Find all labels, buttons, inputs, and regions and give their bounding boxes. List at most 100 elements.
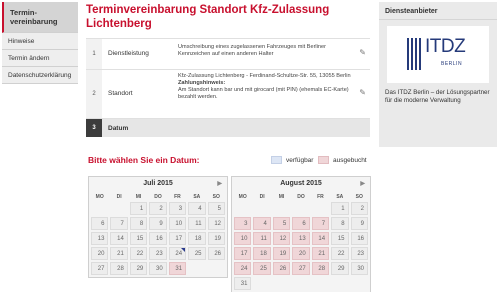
calendar-week-row: 17 18 19 20 21 22 23 xyxy=(234,247,368,260)
calendar-day[interactable]: 1 xyxy=(129,202,148,215)
calendar-day[interactable]: 16 xyxy=(149,232,167,245)
calendar-day[interactable]: 1 xyxy=(331,202,349,215)
location-address: Kfz-Zulassung Lichtenberg - Ferdinand-Sc… xyxy=(178,73,351,79)
sidebar-item-hinweise[interactable]: Hinweise xyxy=(2,33,78,50)
calendar-day[interactable]: 15 xyxy=(129,232,148,245)
step-datum: 3 Datum xyxy=(86,118,370,137)
calendar-day-booked: 14 xyxy=(311,232,330,245)
calendar-empty-cell xyxy=(234,202,251,215)
legend-swatch-available xyxy=(271,156,282,164)
calendar-day[interactable]: 25 xyxy=(188,247,206,260)
calendar-day[interactable]: 2 xyxy=(149,202,167,215)
calendar-week-row: 20 21 22 23 24 25 26 xyxy=(91,247,225,260)
calendar-day[interactable]: 8 xyxy=(129,217,148,230)
calendar-day[interactable]: 19 xyxy=(207,232,225,245)
calendar-day[interactable]: 28 xyxy=(110,262,128,275)
calendar-day-booked: 17 xyxy=(234,247,252,260)
legend-swatch-booked xyxy=(318,156,329,164)
calendar-day[interactable]: 12 xyxy=(207,217,225,230)
calendar-week-row: 12 xyxy=(234,202,368,215)
sidebar-item-termin-aendern[interactable]: Termin ändern xyxy=(2,50,78,67)
calendar-day[interactable]: 26 xyxy=(207,247,225,260)
calendar-day[interactable]: 8 xyxy=(331,217,349,230)
main-content: Terminvereinbarung Standort Kfz-Zulassun… xyxy=(86,0,370,31)
calendar-day[interactable]: 21 xyxy=(110,247,128,260)
calendar-empty-cell xyxy=(110,202,127,215)
calendar-day[interactable]: 24 xyxy=(168,247,187,260)
calendar-empty-cell xyxy=(292,202,309,215)
calendar-week-row: 24 25 26 27 28 29 30 xyxy=(234,262,368,275)
weekday-header: FR xyxy=(174,193,181,200)
calendar-day[interactable]: 4 xyxy=(188,202,206,215)
weekday-header: SO xyxy=(212,193,220,200)
step-label: Datum xyxy=(108,125,129,132)
weekday-header: SA xyxy=(193,193,201,200)
calendar-day[interactable]: 15 xyxy=(331,232,349,245)
calendar-day[interactable]: 31 xyxy=(234,277,252,290)
weekday-header: DO xyxy=(154,193,162,200)
page-title: Terminvereinbarung Standort Kfz-Zulassun… xyxy=(86,4,330,30)
calendar-week-row: 27 28 29 30 31 xyxy=(91,262,225,275)
calendar-day[interactable]: 22 xyxy=(331,247,349,260)
step-number: 1 xyxy=(86,39,102,69)
calendar-day[interactable]: 6 xyxy=(91,217,109,230)
pencil-icon[interactable]: ✎ xyxy=(359,48,366,57)
calendar-day[interactable]: 18 xyxy=(188,232,206,245)
calendar-day-booked: 28 xyxy=(311,262,330,275)
calendar-week-row: 13 14 15 16 17 18 19 xyxy=(91,232,225,245)
calendar-day[interactable]: 2 xyxy=(350,202,368,215)
calendar-day[interactable]: 30 xyxy=(149,262,167,275)
calendar-day-booked: 5 xyxy=(272,217,291,230)
calendar-empty-cell xyxy=(91,202,108,215)
calendar-empty-cell xyxy=(253,202,270,215)
calendar-day[interactable]: 5 xyxy=(207,202,225,215)
weekday-header: MI xyxy=(278,193,285,200)
calendar-day[interactable]: 3 xyxy=(168,202,187,215)
calendar-day[interactable]: 10 xyxy=(168,217,187,230)
calendar-day-booked: 18 xyxy=(253,247,271,260)
next-month-icon[interactable]: ▶ xyxy=(360,177,365,191)
calendar-empty-cell xyxy=(208,262,225,275)
pencil-icon[interactable]: ✎ xyxy=(359,88,366,97)
calendar-day[interactable]: 7 xyxy=(110,217,128,230)
calendar-week-row: 3456789 xyxy=(234,217,368,230)
calendar-day[interactable]: 20 xyxy=(91,247,109,260)
sidebar-item-datenschutz[interactable]: Datenschutzerklärung xyxy=(2,67,78,84)
step-dienstleistung: 1 Dienstleistung Umschreibung eines zuge… xyxy=(86,38,370,69)
legend-label: verfügbar xyxy=(286,156,314,164)
calendar-day[interactable]: 23 xyxy=(350,247,368,260)
calendar-day-booked: 19 xyxy=(272,247,291,260)
calendar-day[interactable]: 14 xyxy=(110,232,128,245)
calendar-day[interactable]: 11 xyxy=(188,217,206,230)
calendar-day[interactable]: 13 xyxy=(91,232,109,245)
calendar-day[interactable]: 22 xyxy=(129,247,148,260)
step-number: 2 xyxy=(86,70,102,118)
weekday-header: DI xyxy=(116,193,122,200)
calendar-day[interactable]: 9 xyxy=(350,217,368,230)
payment-note: Am Standort kann bar und mit girocard (m… xyxy=(178,87,349,100)
calendar-day-booked: 4 xyxy=(253,217,271,230)
payment-heading: Zahlungshinweis: xyxy=(178,80,226,86)
weekday-header: MO xyxy=(238,193,247,200)
calendar-day[interactable]: 30 xyxy=(350,262,368,275)
sidebar-item-terminvereinbarung[interactable]: Termin- vereinbarung xyxy=(2,2,78,33)
weekday-header: DO xyxy=(297,193,305,200)
itdz-logo[interactable]: ITDZ BERLIN xyxy=(387,26,489,83)
calendar-day[interactable]: 16 xyxy=(350,232,368,245)
calendar-day[interactable]: 17 xyxy=(168,232,187,245)
provider-description: Das ITDZ Berlin – der Lösungspartner für… xyxy=(385,89,490,104)
calendar-day[interactable]: 29 xyxy=(331,262,349,275)
next-month-icon[interactable]: ▶ xyxy=(217,177,222,191)
calendar-day[interactable]: 27 xyxy=(91,262,109,275)
weekday-header: SO xyxy=(355,193,363,200)
calendar-empty-cell xyxy=(188,262,205,275)
calendar-empty-cell xyxy=(351,277,368,290)
weekday-header: FR xyxy=(317,193,324,200)
calendar-day[interactable]: 23 xyxy=(149,247,167,260)
calendar-day-booked: 11 xyxy=(253,232,271,245)
calendar-month-title: Juli 2015 xyxy=(143,180,173,187)
calendar-month-title: August 2015 xyxy=(280,180,322,187)
calendar-day[interactable]: 9 xyxy=(149,217,167,230)
legend-booked: ausgebucht xyxy=(318,156,367,164)
calendar-day[interactable]: 29 xyxy=(129,262,148,275)
